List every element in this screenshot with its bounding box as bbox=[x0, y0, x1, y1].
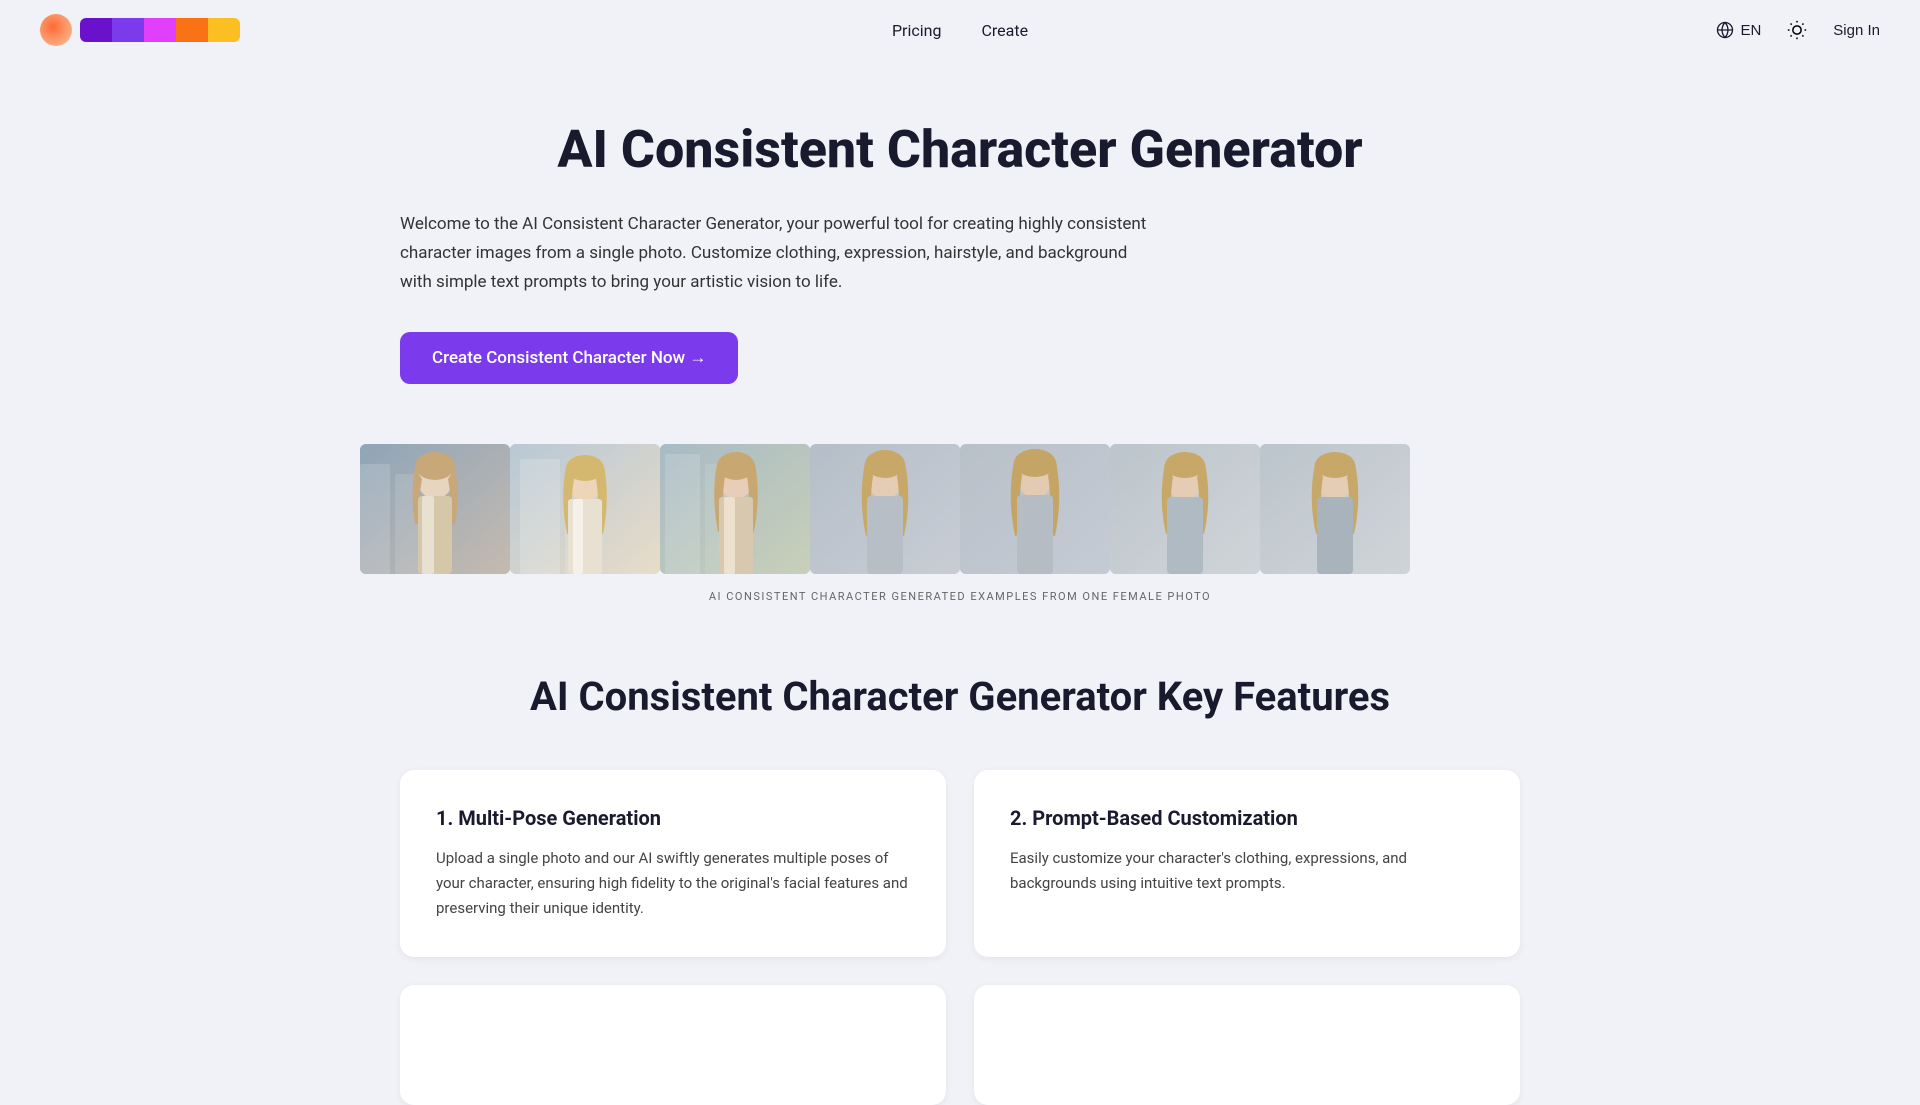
cta-button[interactable]: Create Consistent Character Now → bbox=[400, 332, 738, 384]
hero-section: AI Consistent Character Generator Welcom… bbox=[360, 120, 1560, 384]
logo-area bbox=[40, 14, 240, 46]
features-section: AI Consistent Character Generator Key Fe… bbox=[360, 673, 1560, 1104]
image-strip-container: AI CONSISTENT CHARACTER GENERATED EXAMPL… bbox=[360, 444, 1560, 603]
strip-caption: AI CONSISTENT CHARACTER GENERATED EXAMPL… bbox=[360, 590, 1560, 603]
colorbar-orange bbox=[176, 18, 208, 42]
navbar: Pricing Create EN Sign In bbox=[0, 0, 1920, 60]
character-image-1 bbox=[360, 444, 510, 574]
feature-card-1: 1. Multi-Pose Generation Upload a single… bbox=[400, 770, 946, 956]
nav-create[interactable]: Create bbox=[981, 21, 1028, 40]
feature-card-4 bbox=[974, 985, 1520, 1105]
logo-icon bbox=[40, 14, 72, 46]
character-image-6 bbox=[1110, 444, 1260, 574]
feature-card-desc-2: Easily customize your character's clothi… bbox=[1010, 846, 1484, 896]
globe-icon bbox=[1716, 21, 1734, 39]
feature-card-desc-1: Upload a single photo and our AI swiftly… bbox=[436, 846, 910, 920]
character-image-2 bbox=[510, 444, 660, 574]
theme-toggle-button[interactable] bbox=[1781, 14, 1813, 46]
colorbar-yellow bbox=[208, 18, 240, 42]
feature-card-title-2: 2. Prompt-Based Customization bbox=[1010, 806, 1484, 830]
language-label: EN bbox=[1740, 22, 1761, 39]
features-title: AI Consistent Character Generator Key Fe… bbox=[400, 673, 1520, 720]
image-strip bbox=[360, 444, 1560, 574]
colorbar-pink bbox=[144, 18, 176, 42]
feature-card-2: 2. Prompt-Based Customization Easily cus… bbox=[974, 770, 1520, 956]
nav-links: Pricing Create bbox=[892, 21, 1028, 40]
feature-card-3 bbox=[400, 985, 946, 1105]
navbar-right: EN Sign In bbox=[1716, 14, 1880, 46]
language-button[interactable]: EN bbox=[1716, 21, 1761, 39]
feature-card-title-1: 1. Multi-Pose Generation bbox=[436, 806, 910, 830]
character-image-4 bbox=[810, 444, 960, 574]
hero-title: AI Consistent Character Generator bbox=[400, 120, 1520, 180]
character-image-7 bbox=[1260, 444, 1410, 574]
sun-icon bbox=[1787, 20, 1807, 40]
logo-colorbar bbox=[80, 18, 240, 42]
character-image-3 bbox=[660, 444, 810, 574]
signin-button[interactable]: Sign In bbox=[1833, 22, 1880, 39]
nav-pricing[interactable]: Pricing bbox=[892, 21, 942, 40]
colorbar-violet bbox=[112, 18, 144, 42]
character-image-5 bbox=[960, 444, 1110, 574]
hero-description: Welcome to the AI Consistent Character G… bbox=[400, 210, 1160, 297]
features-grid: 1. Multi-Pose Generation Upload a single… bbox=[400, 770, 1520, 1104]
colorbar-purple bbox=[80, 18, 112, 42]
